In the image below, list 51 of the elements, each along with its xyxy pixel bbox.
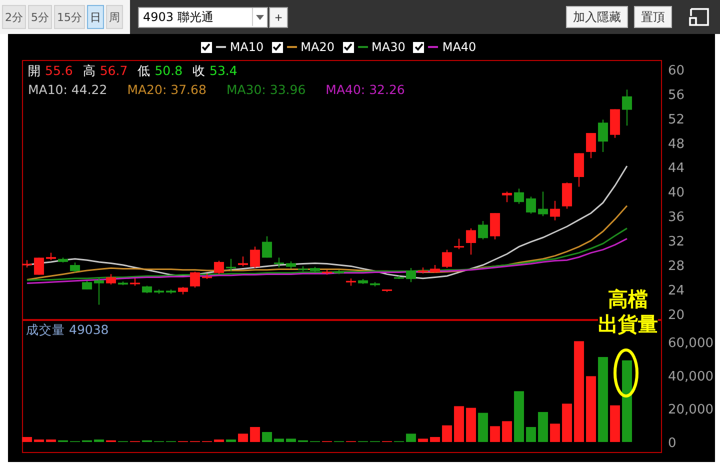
moving-average-value: MA10: 44.22 [28,81,108,99]
add-button[interactable]: + [269,6,288,28]
axis-tick-label: 48 [668,136,685,152]
price-label: 收 [192,62,206,80]
checkbox[interactable] [272,42,283,52]
axis-tick-label: 52 [668,112,685,128]
period-tab[interactable]: 日 [87,5,104,29]
axis-tick-label: 32 [668,234,685,250]
axis-tick-label: 40,000 [668,369,714,384]
price-value: 53.4 [210,62,238,80]
volume-label: 成交量 [26,322,65,339]
axis-tick-label: 20,000 [668,402,714,418]
window-icon[interactable] [688,8,710,26]
volume-value: 49038 [69,322,109,339]
checkbox[interactable] [413,42,424,52]
price-value: 55.6 [45,62,73,80]
checkbox[interactable] [200,42,212,52]
axis-tick-label: 20 [668,308,685,320]
moving-average-value: MA40: 32.26 [326,81,405,99]
annotation-text: 出貨量 [598,312,658,337]
legend-label: MA30 [372,40,406,54]
highlight-ellipse [614,348,638,398]
price-label: 開 [28,62,41,80]
axis-tick-label: 36 [668,210,685,226]
moving-average-value: MA20: 37.68 [127,81,206,99]
period-tab[interactable]: 15分 [54,5,85,29]
axis-tick-label: 60 [668,63,685,78]
axis-tick-label: 40 [668,186,685,201]
period-tab[interactable]: 5分 [28,5,52,29]
axis-tick-label: 0 [668,436,676,451]
caret-icon[interactable] [252,8,267,26]
axis-tick-label: 28 [668,259,685,274]
toolbar-button[interactable]: 加入隱藏 [566,6,628,28]
moving-average-value: MA30: 33.96 [226,81,306,99]
axis-tick-label: 24 [668,283,685,298]
period-tab[interactable]: 2分 [2,5,26,29]
legend-label: MA20 [300,40,334,54]
period-tab[interactable]: 周 [106,5,123,29]
legend-label: MA10 [230,40,264,54]
axis-tick-label: 60,000 [668,336,714,351]
checkbox[interactable] [342,42,354,52]
price-value: 56.7 [100,62,128,80]
axis-tick-label: 44 [668,161,685,176]
toolbar-button[interactable]: 置頂 [634,6,672,28]
stock-select[interactable]: 4903 聯光通 [138,6,268,28]
price-label: 低 [138,62,151,80]
annotation-text: 高檔 [608,287,648,312]
price-value: 50.8 [154,62,183,80]
price-label: 高 [82,62,96,80]
legend-label: MA40 [442,40,476,54]
axis-tick-label: 56 [668,88,685,103]
